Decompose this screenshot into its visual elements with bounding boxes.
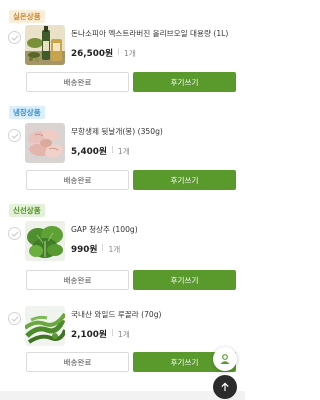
- divider: [118, 48, 120, 55]
- category-badge-room-temp: 실온상품: [9, 10, 45, 23]
- select-checkbox[interactable]: [8, 31, 21, 44]
- divider: [111, 329, 113, 336]
- product-price: 990원: [71, 245, 98, 255]
- arrow-up-icon: [221, 382, 229, 391]
- select-checkbox[interactable]: [8, 129, 21, 142]
- product-name[interactable]: GAP 청상추 (100g): [71, 224, 241, 235]
- product-name[interactable]: 국내산 와일드 루꼴라 (70g): [71, 309, 241, 320]
- select-checkbox[interactable]: [8, 227, 21, 240]
- product-image-lettuce[interactable]: [25, 221, 65, 261]
- write-review-button[interactable]: 후기쓰기: [133, 72, 236, 92]
- product-price: 2,100원: [71, 330, 107, 340]
- divider: [111, 146, 113, 153]
- product-image-arugula[interactable]: [25, 306, 65, 346]
- product-quantity: 1개: [117, 147, 130, 156]
- check-icon: [11, 316, 19, 322]
- product-image-chicken-wings[interactable]: [25, 123, 65, 163]
- shipping-done-button[interactable]: 배송완료: [26, 170, 129, 190]
- product-image-olive-oil[interactable]: [25, 25, 65, 65]
- product-name[interactable]: 돈나소피아 엑스트라버진 올리브오일 대용량 (1L): [71, 28, 241, 39]
- divider: [102, 244, 104, 251]
- write-review-button[interactable]: 후기쓰기: [133, 270, 236, 290]
- write-review-button[interactable]: 후기쓰기: [133, 170, 236, 190]
- my-page-button[interactable]: [213, 347, 237, 371]
- shipping-done-button[interactable]: 배송완료: [26, 72, 129, 92]
- list-item: 무항생제 뒷날개(봉) (350g) 5,400원 1개: [0, 123, 245, 163]
- shipping-done-button[interactable]: 배송완료: [26, 352, 129, 372]
- category-badge-fresh: 신선상품: [9, 204, 45, 217]
- product-price: 26,500원: [71, 49, 114, 59]
- product-quantity: 1개: [108, 245, 121, 254]
- product-name[interactable]: 무항생제 뒷날개(봉) (350g): [71, 126, 241, 137]
- list-item: 국내산 와일드 루꼴라 (70g) 2,100원 1개: [0, 306, 245, 346]
- list-item: 돈나소피아 엑스트라버진 올리브오일 대용량 (1L) 26,500원 1개: [0, 25, 245, 65]
- list-item: GAP 청상추 (100g) 990원 1개: [0, 221, 245, 261]
- user-icon: [220, 354, 230, 364]
- check-icon: [11, 231, 19, 237]
- scroll-to-top-button[interactable]: [213, 375, 237, 399]
- product-price: 5,400원: [71, 147, 107, 157]
- product-quantity: 1개: [124, 49, 136, 58]
- section-divider: [0, 391, 245, 400]
- select-checkbox[interactable]: [8, 312, 21, 325]
- shipping-done-button[interactable]: 배송완료: [26, 270, 129, 290]
- check-icon: [11, 133, 19, 139]
- category-badge-refrigerated: 냉장상품: [9, 106, 45, 119]
- product-quantity: 1개: [117, 330, 130, 339]
- check-icon: [11, 35, 19, 41]
